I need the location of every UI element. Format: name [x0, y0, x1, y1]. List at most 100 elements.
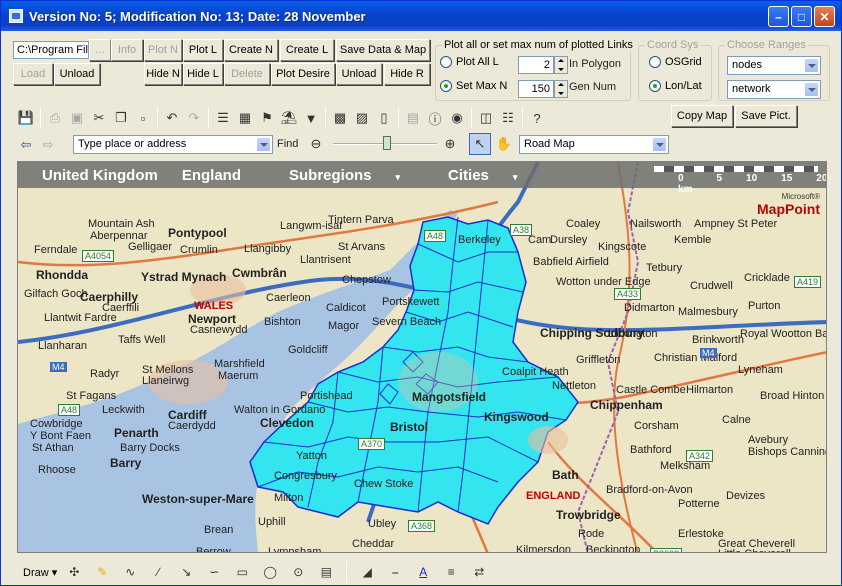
- line-style-icon[interactable]: ≡: [440, 561, 462, 583]
- polygon-value-field[interactable]: 2: [518, 56, 554, 74]
- arrow-style-icon[interactable]: ⇄: [468, 561, 490, 583]
- route-icon[interactable]: ⚑: [256, 107, 278, 129]
- radius-icon[interactable]: ⊙: [287, 561, 309, 583]
- road-shield: A48: [58, 404, 81, 416]
- save-data-map-button[interactable]: Save Data & Map: [336, 39, 430, 61]
- crumb-subregions[interactable]: Subregions ▾: [265, 167, 400, 184]
- ranges-combo-nodes[interactable]: nodes: [727, 56, 821, 75]
- hide-n-button[interactable]: Hide N: [144, 63, 182, 85]
- oval-icon[interactable]: ◯: [259, 561, 281, 583]
- undo-icon[interactable]: ↶: [161, 107, 183, 129]
- pushpin-draw-icon[interactable]: ✣: [63, 561, 85, 583]
- legend-icon[interactable]: ◫: [475, 107, 497, 129]
- save-pict-button[interactable]: Save Pict.: [735, 105, 797, 127]
- back-arrow-icon[interactable]: ⇦: [15, 134, 37, 156]
- plot-l-button[interactable]: Plot L: [183, 39, 223, 61]
- crumb-cities[interactable]: Cities ▾: [424, 167, 517, 184]
- font-color-icon[interactable]: A: [412, 561, 434, 583]
- line-icon[interactable]: ∕: [147, 561, 169, 583]
- arrow-icon[interactable]: ↘: [175, 561, 197, 583]
- place-label: Crudwell: [690, 280, 733, 292]
- find-nearby-icon[interactable]: ◉: [446, 107, 468, 129]
- territory-icon[interactable]: ▩: [329, 107, 351, 129]
- close-button[interactable]: ✕: [814, 6, 835, 27]
- delete-button[interactable]: Delete: [224, 63, 270, 85]
- fill-color-icon[interactable]: ◢: [356, 561, 378, 583]
- find-label[interactable]: Find: [277, 138, 298, 150]
- chevron-down-icon[interactable]: [804, 82, 819, 97]
- redo-icon[interactable]: ↷: [183, 107, 205, 129]
- car-icon[interactable]: ⛱: [278, 107, 300, 129]
- hide-l-button[interactable]: Hide L: [183, 63, 223, 85]
- book-icon[interactable]: ▣: [66, 107, 88, 129]
- forward-arrow-icon[interactable]: ⇨: [37, 134, 59, 156]
- lonlat-radio[interactable]: Lon/Lat: [649, 80, 702, 92]
- pushpin-icon[interactable]: ▼: [300, 107, 322, 129]
- radio-dot: [440, 80, 452, 92]
- place-label: Barry: [110, 456, 142, 470]
- list-icon[interactable]: ☰: [212, 107, 234, 129]
- place-label: Kingswood: [484, 410, 549, 424]
- plot-all-radio[interactable]: Plot All L: [440, 56, 499, 68]
- chevron-down-icon[interactable]: [652, 137, 667, 152]
- copy-map-button[interactable]: Copy Map: [671, 105, 733, 127]
- unload-desire-button[interactable]: Unload: [336, 63, 382, 85]
- address-input[interactable]: Type place or address: [78, 138, 186, 150]
- create-n-button[interactable]: Create N: [224, 39, 278, 61]
- crumb-united-kingdom[interactable]: United Kingdom: [42, 167, 158, 184]
- info-icon[interactable]: ⓘ: [424, 107, 446, 129]
- zoom-in-icon[interactable]: ⊕: [439, 133, 461, 155]
- maximize-button[interactable]: □: [791, 6, 812, 27]
- crumb-cities-label: Cities: [448, 166, 489, 184]
- zoom-out-icon[interactable]: ⊖: [305, 133, 327, 155]
- chevron-down-icon[interactable]: [256, 137, 271, 152]
- app-window: Version No: 5; Modification No: 13; Date…: [0, 0, 842, 586]
- info-button[interactable]: Info: [111, 39, 143, 61]
- browse-button[interactable]: ...: [89, 39, 111, 61]
- paste-icon[interactable]: ▫: [132, 107, 154, 129]
- address-combo[interactable]: Type place or address: [73, 135, 273, 154]
- chart-map-icon[interactable]: ▯: [373, 107, 395, 129]
- plot-n-button[interactable]: Plot N: [144, 39, 182, 61]
- load-button[interactable]: Load: [13, 63, 53, 85]
- create-l-button[interactable]: Create L: [280, 39, 334, 61]
- freeform-icon[interactable]: ∿: [119, 561, 141, 583]
- cut-icon[interactable]: ✂: [88, 107, 110, 129]
- draw-menu[interactable]: Draw ▾: [23, 566, 57, 579]
- crumb-england[interactable]: England: [182, 167, 241, 184]
- import-icon[interactable]: ▤: [402, 107, 424, 129]
- unload-button[interactable]: Unload: [54, 63, 100, 85]
- overview-icon[interactable]: ☷: [497, 107, 519, 129]
- gen-num-spinner[interactable]: [554, 80, 568, 98]
- plot-desire-button[interactable]: Plot Desire: [271, 63, 335, 85]
- set-max-radio[interactable]: Set Max N: [440, 80, 507, 92]
- polygon-spinner[interactable]: [554, 56, 568, 74]
- copy-icon[interactable]: ❐: [110, 107, 132, 129]
- data-map-icon[interactable]: ▨: [351, 107, 373, 129]
- save-icon[interactable]: 💾: [15, 107, 37, 129]
- hide-r-button[interactable]: Hide R: [384, 63, 430, 85]
- ranges-combo-network[interactable]: network: [727, 80, 821, 99]
- zoom-slider-thumb[interactable]: [383, 136, 391, 150]
- pan-hand-icon[interactable]: ✋: [493, 133, 515, 155]
- highlight-icon[interactable]: ▦: [234, 107, 256, 129]
- highlighter-icon[interactable]: ✎: [91, 561, 113, 583]
- title-bar[interactable]: Version No: 5; Modification No: 13; Date…: [1, 1, 841, 31]
- minimize-button[interactable]: –: [768, 6, 789, 27]
- line-color-icon[interactable]: ⎯: [384, 561, 406, 583]
- text-box-icon[interactable]: ▤: [315, 561, 337, 583]
- path-field[interactable]: C:\Program File: [13, 41, 89, 59]
- place-label: Llantwit Fardre: [44, 312, 117, 324]
- rectangle-icon[interactable]: ▭: [231, 561, 253, 583]
- select-arrow-icon[interactable]: ↖: [469, 133, 491, 155]
- gen-num-field[interactable]: 150: [518, 80, 554, 98]
- map-view[interactable]: United Kingdom England Subregions ▾ Citie…: [17, 161, 827, 553]
- help-icon[interactable]: ?: [526, 107, 548, 129]
- scribble-icon[interactable]: ∽: [203, 561, 225, 583]
- osgrid-radio[interactable]: OSGrid: [649, 56, 702, 68]
- road-shield: A4054: [82, 250, 115, 262]
- brand: MapPoint: [757, 201, 820, 217]
- map-style-combo[interactable]: Road Map: [519, 135, 669, 154]
- chevron-down-icon[interactable]: [804, 58, 819, 73]
- print-icon[interactable]: ⎙: [44, 107, 66, 129]
